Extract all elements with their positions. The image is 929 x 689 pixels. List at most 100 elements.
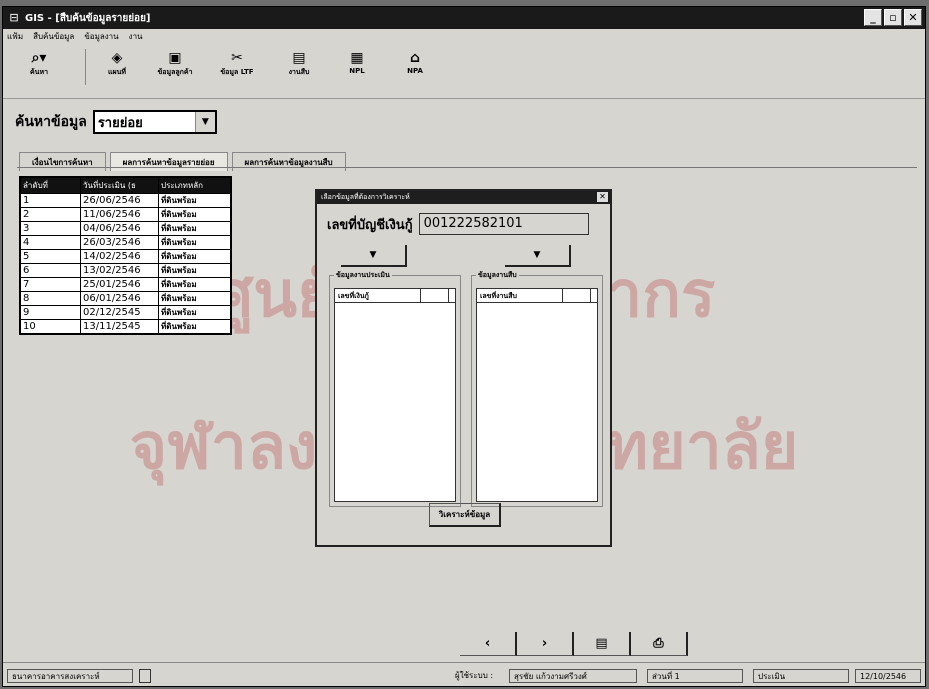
status-bank: ธนาคารอาคารสงเคราะห์ bbox=[7, 669, 133, 683]
cell-no: 4 bbox=[20, 235, 81, 250]
tab-retail-results[interactable]: ผลการค้นหาข้อมูลรายย่อย bbox=[109, 152, 228, 171]
table-row[interactable]: 8 06/01/2546 ที่ดินพร้อม bbox=[20, 291, 231, 306]
analysis-dialog: เลือกข้อมูลที่ต้องการวิเคราะห์ ✕ เลขที่บ… bbox=[315, 189, 612, 547]
toolbar-investigation-button[interactable]: ▤ งานสืบ bbox=[271, 49, 327, 78]
minimize-button[interactable]: _ bbox=[864, 9, 882, 26]
appraisal-dropdown-button[interactable]: ▼ bbox=[341, 245, 407, 267]
cell-date: 13/11/2545 bbox=[80, 319, 159, 334]
search-type-label: ค้นหาข้อมูล bbox=[15, 114, 87, 130]
toolbar-ltf-button[interactable]: ✂ ข้อมูล LTF bbox=[209, 49, 265, 78]
investigation-group-label: ข้อมูลงานสืบ bbox=[476, 270, 519, 281]
menu-search-data[interactable]: สืบค้นข้อมูล bbox=[33, 30, 74, 43]
close-button[interactable]: ✕ bbox=[904, 9, 922, 26]
tab-divider bbox=[17, 167, 917, 168]
npa-icon: ⌂ bbox=[409, 50, 421, 66]
search-type-value: รายย่อย bbox=[97, 115, 143, 131]
cell-no: 9 bbox=[20, 305, 81, 320]
dialog-title: เลือกข้อมูลที่ต้องการวิเคราะห์ bbox=[321, 193, 410, 201]
search-icon: ⌕▾ bbox=[31, 50, 47, 66]
investigation-col-no[interactable]: เลขที่งานสืบ bbox=[477, 289, 563, 302]
cell-type: ที่ดินพร้อม bbox=[158, 291, 231, 306]
cell-no: 3 bbox=[20, 221, 81, 236]
cell-date: 26/03/2546 bbox=[80, 235, 159, 250]
table-row[interactable]: 3 04/06/2546 ที่ดินพร้อม bbox=[20, 221, 231, 236]
menu-work-data[interactable]: ข้อมูลงาน bbox=[84, 30, 118, 43]
restore-button[interactable]: ▫ bbox=[884, 9, 902, 26]
account-number-field[interactable]: 001222582101 bbox=[418, 213, 589, 235]
cell-date: 11/06/2546 bbox=[80, 207, 159, 222]
toolbar-search-button[interactable]: ⌕▾ ค้นหา bbox=[11, 49, 67, 78]
toolbar-npl-button[interactable]: ▦ NPL bbox=[329, 49, 385, 75]
customer-icon: ▣ bbox=[168, 50, 182, 66]
col-header-no[interactable]: ลำดับที่ bbox=[20, 177, 81, 194]
chevron-down-icon: ▼ bbox=[533, 250, 541, 260]
col-header-type[interactable]: ประเภทหลัก bbox=[158, 177, 231, 194]
toolbar-npa-button[interactable]: ⌂ NPA bbox=[387, 49, 443, 75]
status-bar: ธนาคารอาคารสงเคราะห์ ผู้ใช้ระบบ : สุรชัย… bbox=[3, 662, 925, 686]
cell-no: 8 bbox=[20, 291, 81, 306]
investigation-icon: ▤ bbox=[292, 50, 306, 66]
toolbar: ⌕▾ ค้นหา ◈ แผนที่ ▣ ข้อมูลลูกค้า ✂ ข้อมู… bbox=[3, 43, 925, 99]
toolbar-customer-button[interactable]: ▣ ข้อมูลลูกค้า bbox=[147, 49, 203, 78]
appraisal-list-header: เลขที่เงินกู้ bbox=[335, 289, 455, 303]
status-user: สุรชัย แก้วงามศรีวงศ์ bbox=[509, 669, 637, 683]
grid-header-row: ลำดับที่ วันที่ประเมิน (ธ ประเภทหลัก bbox=[20, 177, 231, 194]
chevron-down-icon: ▼ bbox=[369, 250, 377, 260]
cell-type: ที่ดินพร้อม bbox=[158, 207, 231, 222]
print-button[interactable]: ⎙ bbox=[631, 632, 688, 656]
tab-search-conditions[interactable]: เงื่อนไขการค้นหา bbox=[19, 152, 106, 171]
report-button[interactable]: ▤ bbox=[574, 632, 631, 656]
cell-no: 2 bbox=[20, 207, 81, 222]
investigation-list[interactable]: เลขที่งานสืบ bbox=[476, 288, 598, 502]
analyze-button[interactable]: วิเคราะห์ข้อมูล bbox=[429, 503, 501, 527]
cell-type: ที่ดินพร้อม bbox=[158, 235, 231, 250]
appraisal-list[interactable]: เลขที่เงินกู้ bbox=[334, 288, 456, 502]
appraisal-group-label: ข้อมูลงานประเมิน bbox=[334, 270, 392, 281]
status-indicator-icon bbox=[139, 669, 151, 683]
prev-record-button[interactable]: ‹ bbox=[460, 632, 517, 656]
cell-type: ที่ดินพร้อม bbox=[158, 277, 231, 292]
toolbar-map-button[interactable]: ◈ แผนที่ bbox=[89, 49, 145, 78]
dialog-close-button[interactable]: ✕ bbox=[597, 192, 608, 202]
menu-file[interactable]: แฟ้ม bbox=[7, 30, 23, 43]
cell-no: 1 bbox=[20, 193, 81, 208]
app-icon: ⊟ bbox=[9, 11, 19, 24]
table-row[interactable]: 1 26/06/2546 ที่ดินพร้อม bbox=[20, 193, 231, 208]
account-row: เลขที่บัญชีเงินกู้ 001222582101 bbox=[327, 213, 589, 235]
table-row[interactable]: 2 11/06/2546 ที่ดินพร้อม bbox=[20, 207, 231, 222]
cell-type: ที่ดินพร้อม bbox=[158, 263, 231, 278]
ltf-icon: ✂ bbox=[231, 50, 243, 66]
results-grid: ลำดับที่ วันที่ประเมิน (ธ ประเภทหลัก 1 26… bbox=[19, 176, 232, 335]
menu-work[interactable]: งาน bbox=[129, 30, 143, 43]
col-header-date[interactable]: วันที่ประเมิน (ธ bbox=[80, 177, 159, 194]
table-row[interactable]: 10 13/11/2545 ที่ดินพร้อม bbox=[20, 319, 231, 334]
search-type-dropdown[interactable]: รายย่อย ▼ bbox=[92, 110, 217, 134]
investigation-dropdown-button[interactable]: ▼ bbox=[505, 245, 571, 267]
cell-no: 6 bbox=[20, 263, 81, 278]
table-row[interactable]: 5 14/02/2546 ที่ดินพร้อม bbox=[20, 249, 231, 264]
appraisal-col-extra[interactable] bbox=[421, 289, 449, 302]
toolbar-separator bbox=[85, 49, 86, 85]
npl-icon: ▦ bbox=[350, 50, 364, 66]
search-row: ค้นหาข้อมูล รายย่อย ▼ bbox=[15, 110, 217, 134]
table-row[interactable]: 4 26/03/2546 ที่ดินพร้อม bbox=[20, 235, 231, 250]
next-record-button[interactable]: › bbox=[517, 632, 574, 656]
cell-date: 04/06/2546 bbox=[80, 221, 159, 236]
cell-type: ที่ดินพร้อม bbox=[158, 305, 231, 320]
investigation-list-header: เลขที่งานสืบ bbox=[477, 289, 597, 303]
chevron-down-icon[interactable]: ▼ bbox=[194, 112, 215, 132]
table-row[interactable]: 7 25/01/2546 ที่ดินพร้อม bbox=[20, 277, 231, 292]
tab-investigation-results[interactable]: ผลการค้นหาข้อมูลงานสืบ bbox=[231, 152, 346, 171]
table-row[interactable]: 6 13/02/2546 ที่ดินพร้อม bbox=[20, 263, 231, 278]
cell-date: 26/06/2546 bbox=[80, 193, 159, 208]
investigation-col-extra[interactable] bbox=[563, 289, 591, 302]
appraisal-col-loan-no[interactable]: เลขที่เงินกู้ bbox=[335, 289, 421, 302]
window-title: GIS - [สืบค้นข้อมูลรายย่อย] bbox=[25, 12, 151, 24]
table-row[interactable]: 9 02/12/2545 ที่ดินพร้อม bbox=[20, 305, 231, 320]
status-department: ประเมิน bbox=[753, 669, 849, 683]
cell-date: 25/01/2546 bbox=[80, 277, 159, 292]
cell-date: 13/02/2546 bbox=[80, 263, 159, 278]
menu-bar: แฟ้ม สืบค้นข้อมูล ข้อมูลงาน งาน bbox=[3, 29, 925, 43]
investigation-group: ข้อมูลงานสืบ เลขที่งานสืบ bbox=[471, 270, 603, 507]
cell-no: 10 bbox=[20, 319, 81, 334]
